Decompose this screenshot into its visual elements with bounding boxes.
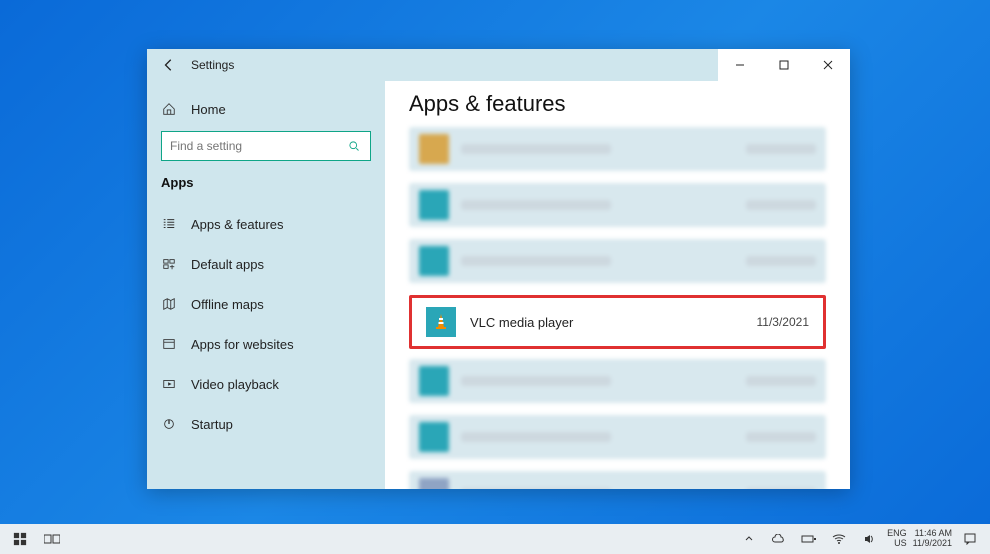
sidebar-item-apps-websites[interactable]: Apps for websites [161,324,371,364]
sidebar-item-apps-features[interactable]: Apps & features [161,204,371,244]
back-button[interactable] [161,57,177,73]
startup-icon [161,416,177,432]
search-icon [348,139,362,153]
tray-onedrive-icon[interactable] [767,527,791,551]
start-button[interactable] [8,527,32,551]
maximize-button[interactable] [762,49,806,81]
tray-volume-icon[interactable] [857,527,881,551]
task-view-button[interactable] [40,527,64,551]
settings-window: Settings Home [147,49,850,489]
sidebar-item-label: Startup [191,417,233,432]
sidebar-item-offline-maps[interactable]: Offline maps [161,284,371,324]
tray-clock[interactable]: 11:46 AM 11/9/2021 [913,529,952,549]
clock-date: 11/9/2021 [913,539,952,549]
sidebar-item-label: Video playback [191,377,279,392]
tray-battery-icon[interactable] [797,527,821,551]
search-input-container[interactable] [161,131,371,161]
sidebar-item-startup[interactable]: Startup [161,404,371,444]
apps-websites-icon [161,336,177,352]
window-title: Settings [191,58,234,72]
sidebar-home-label: Home [191,102,226,117]
sidebar-item-label: Default apps [191,257,264,272]
taskbar[interactable]: ENG US 11:46 AM 11/9/2021 [0,524,990,554]
video-playback-icon [161,376,177,392]
app-row-blurred [409,127,826,171]
minimize-button[interactable] [718,49,762,81]
sidebar-home[interactable]: Home [161,91,371,127]
lang-bottom: US [894,539,907,549]
tray-action-center-icon[interactable] [958,527,982,551]
app-row-blurred [409,415,826,459]
page-title: Apps & features [409,91,826,117]
close-button[interactable] [806,49,850,81]
offline-maps-icon [161,296,177,312]
app-row-vlc[interactable]: VLC media player 11/3/2021 [409,295,826,349]
vlc-icon [426,307,456,337]
tray-wifi-icon[interactable] [827,527,851,551]
app-name: VLC media player [470,315,573,330]
apps-features-icon [161,216,177,232]
sidebar-item-label: Offline maps [191,297,264,312]
tray-show-hidden-icon[interactable] [737,527,761,551]
app-install-date: 11/3/2021 [757,315,810,329]
app-row-blurred [409,239,826,283]
sidebar-category: Apps [161,171,371,204]
default-apps-icon [161,256,177,272]
sidebar-item-default-apps[interactable]: Default apps [161,244,371,284]
sidebar-item-label: Apps & features [191,217,284,232]
search-input[interactable] [170,139,348,153]
tray-language[interactable]: ENG US [887,529,907,549]
titlebar: Settings [147,49,850,81]
sidebar: Home Apps Apps & features Default app [147,81,385,489]
home-icon [161,101,177,117]
app-row-blurred [409,471,826,489]
app-row-blurred [409,183,826,227]
sidebar-item-video-playback[interactable]: Video playback [161,364,371,404]
main-content: Apps & features VLC media player 11/3/20… [385,81,850,489]
sidebar-item-label: Apps for websites [191,337,294,352]
app-row-blurred [409,359,826,403]
